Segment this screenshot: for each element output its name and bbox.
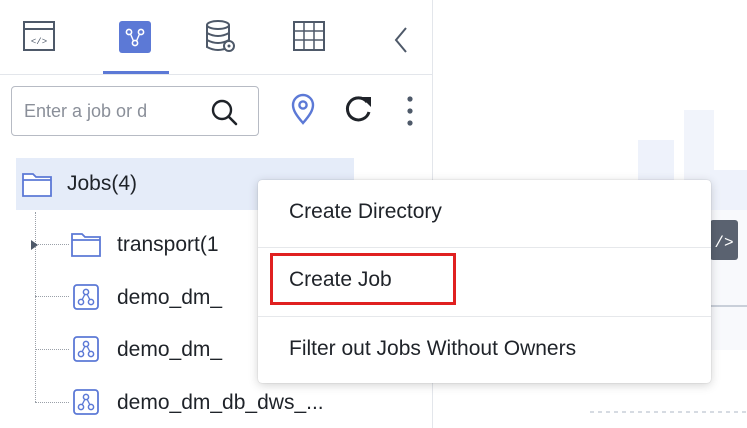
more-options-button[interactable] (401, 90, 419, 134)
tab-data-connections[interactable] (197, 14, 243, 60)
job-node-icon (73, 284, 99, 310)
database-icon (206, 20, 235, 52)
context-menu: Create Directory Create Job Filter out J… (258, 180, 711, 383)
tree-item-label: demo_dm_ (117, 338, 223, 361)
menu-item-create-directory[interactable]: Create Directory (258, 180, 711, 246)
tree-item-job[interactable]: demo_dm_ (0, 272, 260, 322)
folder-icon (22, 173, 52, 197)
tab-job-development[interactable] (113, 14, 159, 60)
chevron-left-icon (394, 27, 407, 53)
tree-item-transport[interactable]: transport(1 (0, 219, 260, 269)
menu-item-label: Filter out Jobs Without Owners (289, 337, 577, 360)
search-icon[interactable] (208, 96, 240, 128)
grid-table-icon (293, 21, 325, 51)
search-box[interactable] (11, 86, 259, 136)
refresh-button[interactable] (341, 92, 375, 128)
menu-item-label: Create Directory (289, 200, 442, 223)
tab-code[interactable]: </> (17, 14, 63, 60)
expand-arrow-icon[interactable] (28, 239, 40, 251)
job-node-icon (73, 336, 99, 362)
tree-item-label: demo_dm_db_dws_... (117, 391, 324, 414)
refresh-icon (345, 96, 371, 122)
job-node-icon (73, 389, 99, 415)
tree-root-label: Jobs(4) (67, 172, 138, 195)
svg-text:</>: </> (31, 37, 47, 47)
toolbar-divider (0, 74, 432, 75)
tab-tables[interactable] (287, 14, 333, 60)
location-pin-icon (291, 93, 315, 125)
search-input[interactable] (24, 87, 202, 135)
tree-item-job[interactable]: demo_dm_db_dws_... (0, 377, 420, 427)
collapse-panel-button[interactable] (388, 24, 416, 56)
menu-item-filter-jobs-without-owners[interactable]: Filter out Jobs Without Owners (258, 317, 711, 383)
tree-item-label: demo_dm_ (117, 286, 223, 309)
locate-button[interactable] (287, 92, 319, 128)
tree-item-label: transport(1 (117, 233, 219, 256)
code-icon: </> (23, 21, 55, 51)
menu-item-label: Create Job (289, 268, 392, 291)
more-vertical-icon (407, 96, 413, 126)
menu-item-create-job[interactable]: Create Job (258, 248, 711, 314)
svg-text:/>: /> (714, 234, 733, 252)
tree-item-job[interactable]: demo_dm_ (0, 324, 260, 374)
folder-icon (71, 233, 101, 257)
job-flow-icon (119, 21, 151, 53)
